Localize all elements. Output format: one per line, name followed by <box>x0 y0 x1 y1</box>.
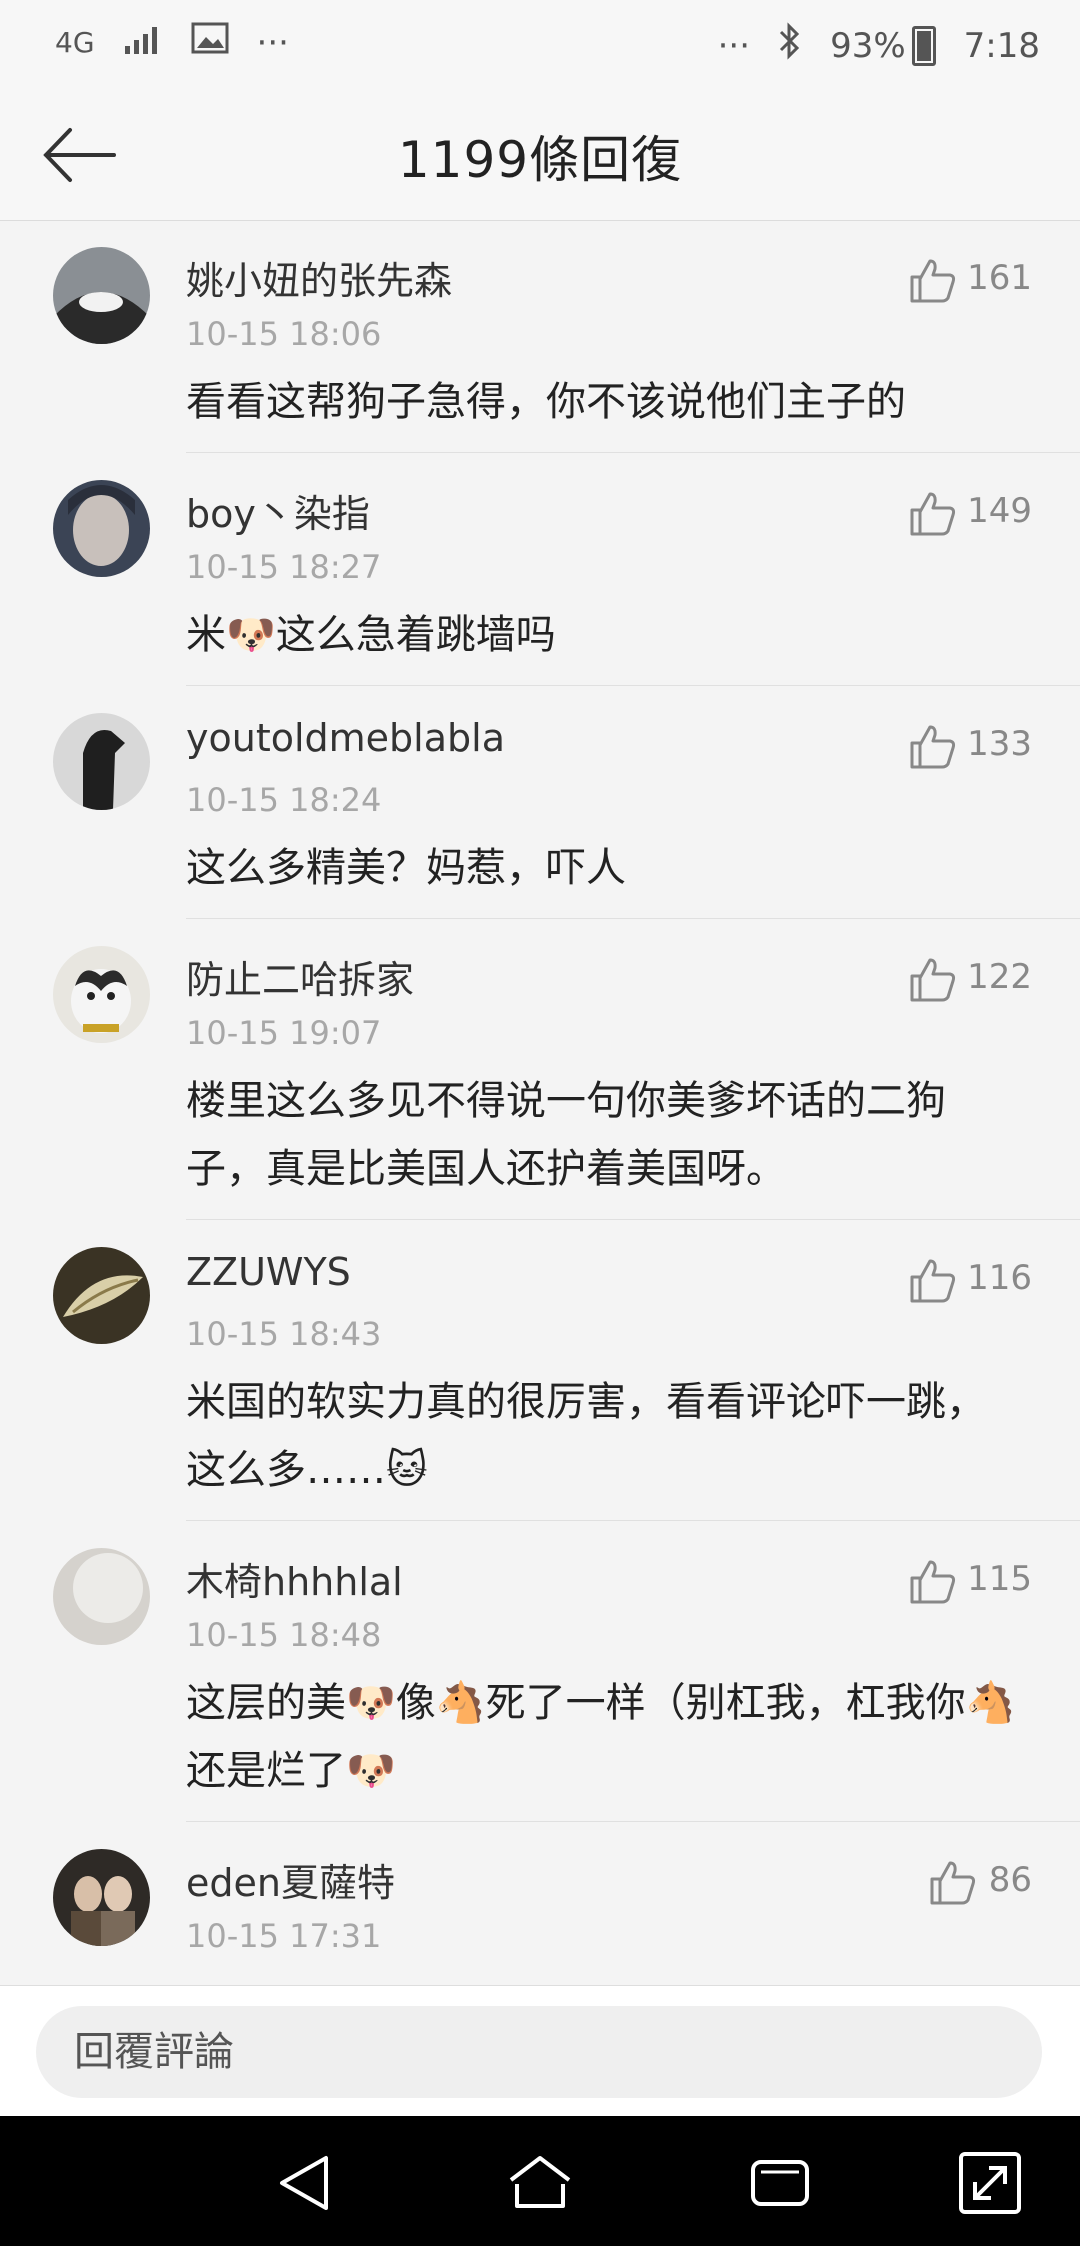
comment-text: 米国的软实力真的很厉害，看看评论吓一跳，这么多……🐱 <box>186 1379 986 1493</box>
home-icon <box>509 2156 571 2208</box>
comment-text: 这么多精美？妈惹，吓人 <box>186 845 626 891</box>
thumbs-up-icon <box>910 725 956 769</box>
status-bar: 4G ··· ··· 93% 7:18 <box>0 0 1080 90</box>
thumbs-up-icon <box>930 1861 976 1905</box>
avatar[interactable] <box>53 1247 150 1344</box>
signal-icon <box>123 23 163 63</box>
avatar[interactable] <box>53 946 150 1043</box>
like-count: 116 <box>967 1258 1032 1298</box>
thumbs-up-icon <box>910 958 956 1002</box>
reply-bar <box>0 1985 1080 2117</box>
bluetooth-icon <box>778 22 802 69</box>
comment-text: 这层的美🐶像🐴死了一样（别杠我，杠我你🐴还是烂了🐶 <box>186 1680 1016 1794</box>
comment-item[interactable]: youtoldmeblabla 10-15 18:24 这么多精美？妈惹，吓人 … <box>0 686 1080 919</box>
nav-back-button[interactable] <box>270 2148 340 2218</box>
avatar[interactable] <box>53 247 150 344</box>
comment-item[interactable]: 木椅hhhhlal 10-15 18:48 这层的美🐶像🐴死了一样（别杠我，杠我… <box>0 1521 1080 1822</box>
comment-time: 10-15 18:43 <box>186 1315 382 1353</box>
like-button[interactable] <box>908 488 958 538</box>
recents-icon <box>751 2160 809 2206</box>
thumbs-up-icon <box>910 492 956 536</box>
comment-time: 10-15 18:27 <box>186 548 382 586</box>
like-button[interactable] <box>928 1857 978 1907</box>
more-status-icon: ··· <box>717 25 751 66</box>
comment-text: 米🐶这么急着跳墙吗 <box>186 612 556 658</box>
notification-more-icon: ··· <box>256 22 289 63</box>
username[interactable]: 防止二哈拆家 <box>186 949 414 1004</box>
comment-text: 看看这帮狗子急得，你不该说他们主子的 <box>186 379 906 425</box>
comment-time: 10-15 18:06 <box>186 315 382 353</box>
comment-text: 楼里这么多见不得说一句你美爹坏话的二狗子，真是比美国人还护着美国呀。 <box>186 1078 946 1192</box>
comment-item[interactable]: eden夏薩特 10-15 17:31 86 <box>0 1822 1080 1985</box>
comment-item[interactable]: ZZUWYS 10-15 18:43 米国的软实力真的很厉害，看看评论吓一跳，这… <box>0 1220 1080 1521</box>
reply-input[interactable] <box>36 2006 1042 2098</box>
thumbs-up-icon <box>910 1259 956 1303</box>
clock: 7:18 <box>963 25 1040 66</box>
like-count: 133 <box>967 724 1032 764</box>
like-button[interactable] <box>908 954 958 1004</box>
system-nav-bar <box>0 2116 1080 2246</box>
like-count: 115 <box>967 1559 1032 1599</box>
username[interactable]: eden夏薩特 <box>186 1852 395 1907</box>
like-count: 161 <box>967 258 1032 298</box>
username[interactable]: boy丶染指 <box>186 483 370 538</box>
avatar[interactable] <box>53 713 150 810</box>
like-count: 86 <box>988 1860 1032 1900</box>
username[interactable]: youtoldmeblabla <box>186 716 505 760</box>
like-button[interactable] <box>908 255 958 305</box>
avatar[interactable] <box>53 480 150 577</box>
comment-item[interactable]: boy丶染指 10-15 18:27 米🐶这么急着跳墙吗 149 <box>0 453 1080 686</box>
avatar[interactable] <box>53 1849 150 1946</box>
header: 1199條回復 <box>0 90 1080 221</box>
status-right: ··· 93% 7:18 <box>718 22 1040 69</box>
battery-percent: 93% <box>830 25 906 66</box>
expand-icon <box>959 2152 1021 2214</box>
thumbs-up-icon <box>910 1560 956 1604</box>
image-icon <box>191 22 229 63</box>
nav-home-button[interactable] <box>505 2148 575 2218</box>
comment-item[interactable]: 防止二哈拆家 10-15 19:07 楼里这么多见不得说一句你美爹坏话的二狗子，… <box>0 919 1080 1220</box>
nav-expand-button[interactable] <box>955 2148 1025 2218</box>
username[interactable]: 木椅hhhhlal <box>186 1551 403 1606</box>
like-count: 149 <box>967 491 1032 531</box>
battery-icon <box>911 25 936 66</box>
screen: 4G ··· ··· 93% 7:18 1199條回復 姚小妞的张先森 10-1… <box>0 0 1080 2246</box>
like-button[interactable] <box>908 721 958 771</box>
network-indicator: 4G <box>55 26 95 59</box>
comment-time: 10-15 17:31 <box>186 1917 382 1955</box>
nav-recents-button[interactable] <box>745 2148 815 2218</box>
thumbs-up-icon <box>910 259 956 303</box>
back-triangle-icon <box>280 2156 328 2210</box>
comment-item[interactable]: 姚小妞的张先森 10-15 18:06 看看这帮狗子急得，你不该说他们主子的 1… <box>0 220 1080 453</box>
avatar[interactable] <box>53 1548 150 1645</box>
like-count: 122 <box>967 957 1032 997</box>
page-title: 1199條回復 <box>397 131 683 189</box>
username[interactable]: ZZUWYS <box>186 1250 351 1294</box>
comment-time: 10-15 18:24 <box>186 781 382 819</box>
like-button[interactable] <box>908 1255 958 1305</box>
comment-time: 10-15 19:07 <box>186 1014 382 1052</box>
username[interactable]: 姚小妞的张先森 <box>186 250 452 305</box>
battery-group: 93% <box>830 25 936 66</box>
like-button[interactable] <box>908 1556 958 1606</box>
comment-list[interactable]: 姚小妞的张先森 10-15 18:06 看看这帮狗子急得，你不该说他们主子的 1… <box>0 220 1080 1985</box>
status-left: 4G ··· <box>55 22 289 63</box>
comment-time: 10-15 18:48 <box>186 1616 382 1654</box>
